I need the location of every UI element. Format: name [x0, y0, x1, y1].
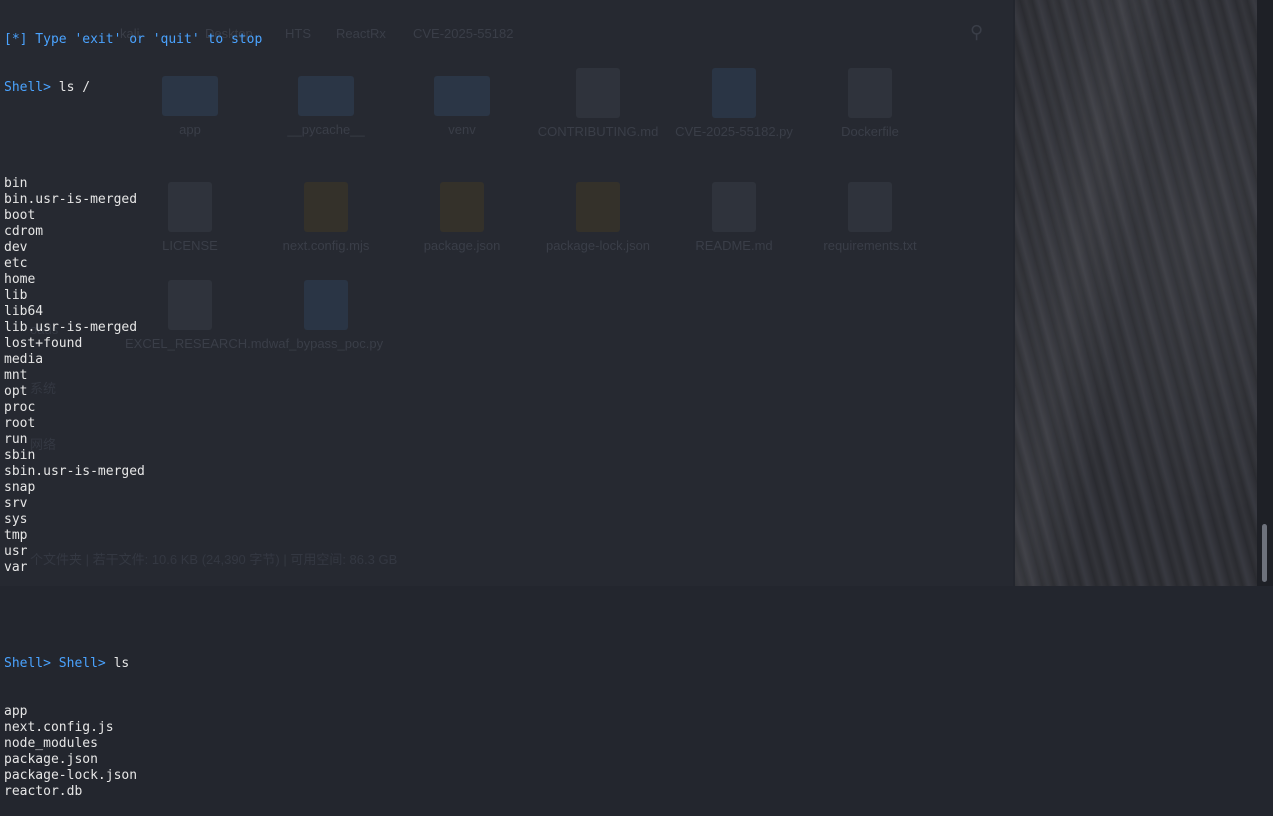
- shell-prompt: Shell>: [4, 80, 51, 95]
- listing-entry: package.json: [4, 752, 98, 767]
- cwd-directory-listing: app next.config.js node_modules package.jso…: [4, 704, 1004, 800]
- listing-entry: srv: [4, 496, 28, 511]
- listing-entry: lib64: [4, 304, 44, 319]
- listing-entry: bin.usr-is-merged: [4, 192, 138, 207]
- listing-entry: root: [4, 416, 36, 431]
- listing-entry: dev: [4, 240, 28, 255]
- terminal-scrollbar[interactable]: [1257, 0, 1273, 586]
- listing-entry: lib.usr-is-merged: [4, 320, 138, 335]
- terminal-output[interactable]: [*] Type 'exit' or 'quit' to stop Shell>…: [4, 0, 1004, 816]
- listing-entry: sbin.usr-is-merged: [4, 464, 145, 479]
- listing-entry: usr: [4, 544, 28, 559]
- listing-entry: home: [4, 272, 36, 287]
- listing-entry: next.config.js: [4, 720, 114, 735]
- listing-entry: snap: [4, 480, 36, 495]
- terminal-intro-line: [*] Type 'exit' or 'quit' to stop: [4, 32, 263, 47]
- command-text: ls /: [58, 80, 91, 95]
- terminal-command-line: Shell> Shell> ls: [4, 656, 1004, 672]
- terminal-command-line: Shell> ls /: [4, 80, 1004, 96]
- listing-entry: etc: [4, 256, 28, 271]
- listing-entry: lost+found: [4, 336, 83, 351]
- listing-entry: lib: [4, 288, 28, 303]
- scrollbar-thumb[interactable]: [1262, 524, 1267, 582]
- listing-entry: proc: [4, 400, 36, 415]
- listing-entry: sbin: [4, 448, 36, 463]
- command-text: ls: [113, 656, 130, 671]
- listing-entry: bin: [4, 176, 28, 191]
- listing-entry: node_modules: [4, 736, 98, 751]
- listing-entry: media: [4, 352, 44, 367]
- listing-entry: reactor.db: [4, 784, 83, 799]
- listing-entry: opt: [4, 384, 28, 399]
- listing-entry: cdrom: [4, 224, 44, 239]
- listing-entry: sys: [4, 512, 28, 527]
- listing-entry: var: [4, 560, 28, 575]
- listing-entry: run: [4, 432, 28, 447]
- listing-entry: package-lock.json: [4, 768, 138, 783]
- listing-entry: boot: [4, 208, 36, 223]
- shell-prompt: Shell> Shell>: [4, 656, 106, 671]
- listing-entry: app: [4, 704, 28, 719]
- listing-entry: mnt: [4, 368, 28, 383]
- root-directory-listing: bin bin.usr-is-merged boot cdrom dev etc home l…: [4, 176, 1004, 576]
- listing-entry: tmp: [4, 528, 28, 543]
- desktop-wallpaper: [1015, 0, 1273, 586]
